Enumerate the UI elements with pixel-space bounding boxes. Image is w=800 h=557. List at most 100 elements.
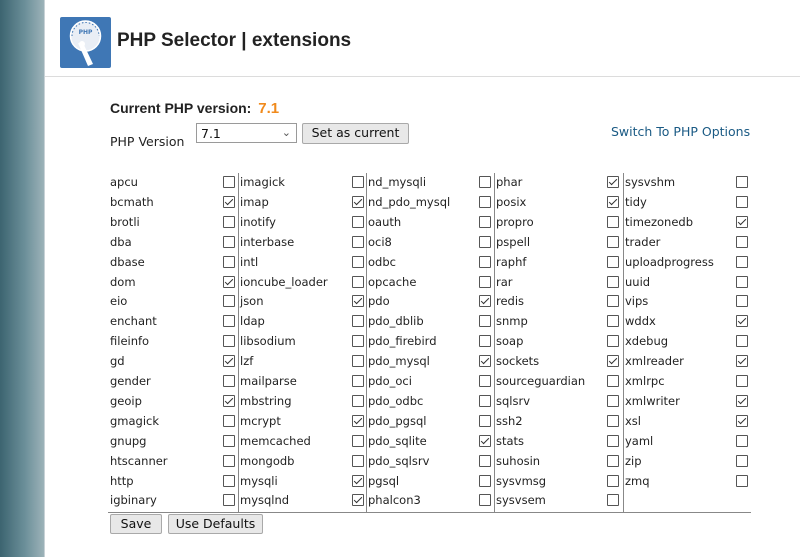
extension-checkbox[interactable]: [223, 235, 235, 248]
php-version-select[interactable]: 7.1 ⌄: [196, 123, 297, 143]
extension-checkbox[interactable]: [736, 375, 748, 387]
extension-checkbox[interactable]: [736, 215, 748, 228]
extension-checkbox[interactable]: [736, 355, 748, 368]
extension-row: pdo_sqlsrv: [366, 452, 494, 471]
extension-checkbox[interactable]: [352, 494, 364, 507]
extension-checkbox[interactable]: [479, 375, 491, 387]
extension-checkbox[interactable]: [479, 176, 491, 188]
save-button[interactable]: Save: [110, 514, 162, 534]
extension-checkbox[interactable]: [607, 176, 619, 188]
extension-checkbox[interactable]: [223, 434, 235, 447]
extension-checkbox[interactable]: [736, 474, 748, 487]
extension-checkbox[interactable]: [352, 255, 364, 268]
extension-checkbox[interactable]: [223, 176, 235, 188]
extension-name: stats: [496, 433, 525, 448]
extension-checkbox[interactable]: [352, 434, 364, 447]
extension-checkbox[interactable]: [479, 474, 491, 487]
set-as-current-button[interactable]: Set as current: [302, 123, 409, 144]
extension-checkbox[interactable]: [736, 235, 748, 248]
extension-checkbox[interactable]: [479, 215, 491, 228]
extension-checkbox[interactable]: [352, 215, 364, 228]
extension-checkbox[interactable]: [736, 315, 748, 328]
extension-checkbox[interactable]: [736, 195, 748, 208]
extension-checkbox[interactable]: [736, 295, 748, 308]
extension-checkbox[interactable]: [607, 295, 619, 308]
extension-row: sysvshm: [623, 173, 751, 192]
extension-checkbox[interactable]: [479, 335, 491, 348]
extension-checkbox[interactable]: [479, 434, 491, 447]
extension-checkbox[interactable]: [223, 315, 235, 328]
extension-name: redis: [496, 294, 525, 309]
extension-checkbox[interactable]: [223, 454, 235, 467]
extension-checkbox[interactable]: [352, 414, 364, 427]
extension-checkbox[interactable]: [607, 315, 619, 328]
extension-checkbox[interactable]: [607, 195, 619, 208]
extension-checkbox[interactable]: [607, 235, 619, 248]
extension-checkbox[interactable]: [223, 295, 235, 308]
extension-checkbox[interactable]: [607, 474, 619, 487]
extension-checkbox[interactable]: [352, 295, 364, 308]
extension-checkbox[interactable]: [736, 255, 748, 268]
extension-checkbox[interactable]: [479, 235, 491, 248]
extension-checkbox[interactable]: [223, 474, 235, 487]
extension-checkbox[interactable]: [736, 434, 748, 447]
extension-checkbox[interactable]: [479, 454, 491, 467]
extension-name: soap: [496, 334, 524, 349]
extension-checkbox[interactable]: [352, 315, 364, 328]
extension-checkbox[interactable]: [223, 494, 235, 507]
extension-checkbox[interactable]: [607, 215, 619, 228]
extension-row: posix: [494, 193, 623, 212]
extension-checkbox[interactable]: [223, 355, 235, 368]
extension-checkbox[interactable]: [479, 394, 491, 407]
extension-checkbox[interactable]: [607, 414, 619, 427]
extension-checkbox[interactable]: [736, 335, 748, 348]
extension-checkbox[interactable]: [607, 335, 619, 348]
extension-checkbox[interactable]: [607, 494, 619, 507]
extension-checkbox[interactable]: [352, 474, 364, 487]
extension-checkbox[interactable]: [479, 195, 491, 208]
extension-name: zmq: [625, 473, 650, 488]
extension-row: nd_mysqli: [366, 173, 494, 192]
extension-checkbox[interactable]: [223, 375, 235, 387]
extension-checkbox[interactable]: [223, 215, 235, 228]
extension-checkbox[interactable]: [607, 394, 619, 407]
extension-checkbox[interactable]: [352, 195, 364, 208]
extension-checkbox[interactable]: [479, 494, 491, 507]
extension-checkbox[interactable]: [223, 195, 235, 208]
extension-checkbox[interactable]: [736, 176, 748, 188]
extension-name: pdo_sqlite: [368, 433, 427, 448]
extension-checkbox[interactable]: [479, 355, 491, 368]
extension-checkbox[interactable]: [736, 275, 748, 288]
extension-checkbox[interactable]: [352, 176, 364, 188]
extension-name: pspell: [496, 234, 531, 249]
extension-checkbox[interactable]: [479, 295, 491, 308]
use-defaults-button[interactable]: Use Defaults: [168, 514, 263, 534]
extension-checkbox[interactable]: [352, 454, 364, 467]
extension-checkbox[interactable]: [607, 454, 619, 467]
extensions-column: apcu bcmath brotli dba dbase dom eio enchant fil…: [108, 173, 239, 512]
extension-checkbox[interactable]: [352, 375, 364, 387]
extension-checkbox[interactable]: [607, 255, 619, 268]
extension-checkbox[interactable]: [223, 275, 235, 288]
extension-checkbox[interactable]: [607, 375, 619, 387]
extension-checkbox[interactable]: [223, 335, 235, 348]
extension-checkbox[interactable]: [479, 255, 491, 268]
extension-checkbox[interactable]: [352, 355, 364, 368]
extension-checkbox[interactable]: [479, 275, 491, 288]
extension-checkbox[interactable]: [352, 394, 364, 407]
extension-checkbox[interactable]: [352, 335, 364, 348]
extension-checkbox[interactable]: [607, 275, 619, 288]
extension-checkbox[interactable]: [223, 255, 235, 268]
extension-checkbox[interactable]: [479, 315, 491, 328]
extension-checkbox[interactable]: [352, 235, 364, 248]
extension-checkbox[interactable]: [223, 414, 235, 427]
extension-checkbox[interactable]: [479, 414, 491, 427]
switch-to-php-options-link[interactable]: Switch To PHP Options: [611, 124, 750, 139]
extension-checkbox[interactable]: [736, 454, 748, 467]
extension-checkbox[interactable]: [736, 414, 748, 427]
extension-checkbox[interactable]: [352, 275, 364, 288]
extension-checkbox[interactable]: [607, 355, 619, 368]
extension-checkbox[interactable]: [223, 394, 235, 407]
extension-checkbox[interactable]: [607, 434, 619, 447]
extension-checkbox[interactable]: [736, 394, 748, 407]
